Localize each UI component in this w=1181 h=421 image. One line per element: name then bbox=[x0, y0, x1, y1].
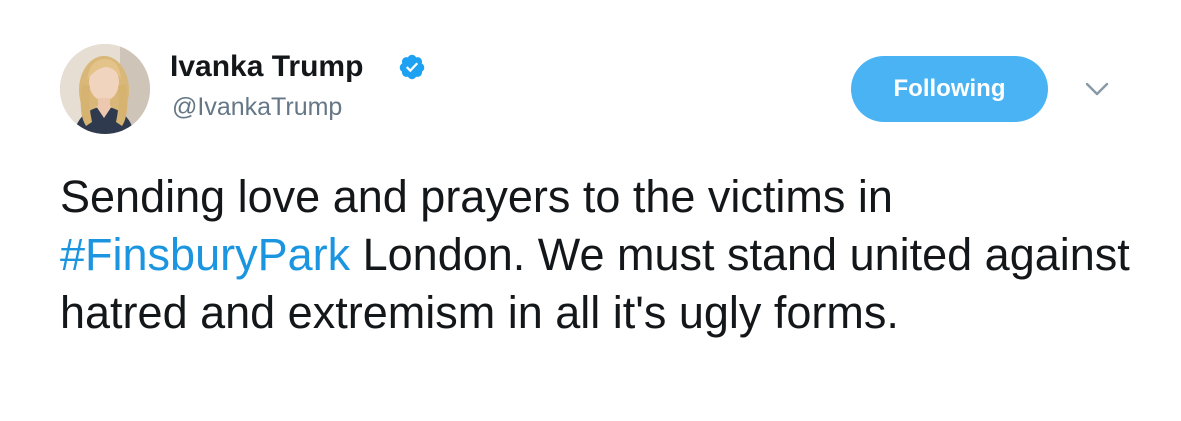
verified-badge-icon bbox=[399, 54, 425, 80]
tweet-text: Sending love and prayers to the victims … bbox=[60, 168, 1140, 342]
chevron-down-icon[interactable] bbox=[1083, 78, 1111, 100]
avatar[interactable] bbox=[60, 44, 150, 134]
user-handle[interactable]: @IvankaTrump bbox=[172, 92, 342, 122]
tweet-text-start: Sending love and prayers to the victims … bbox=[60, 171, 893, 222]
display-name[interactable]: Ivanka Trump bbox=[170, 50, 363, 84]
avatar-photo-icon bbox=[60, 44, 150, 134]
following-button[interactable]: Following bbox=[851, 56, 1048, 122]
tweet-card: Ivanka Trump @IvankaTrump Following Send… bbox=[0, 0, 1181, 421]
hashtag-link[interactable]: #FinsburyPark bbox=[60, 229, 350, 280]
